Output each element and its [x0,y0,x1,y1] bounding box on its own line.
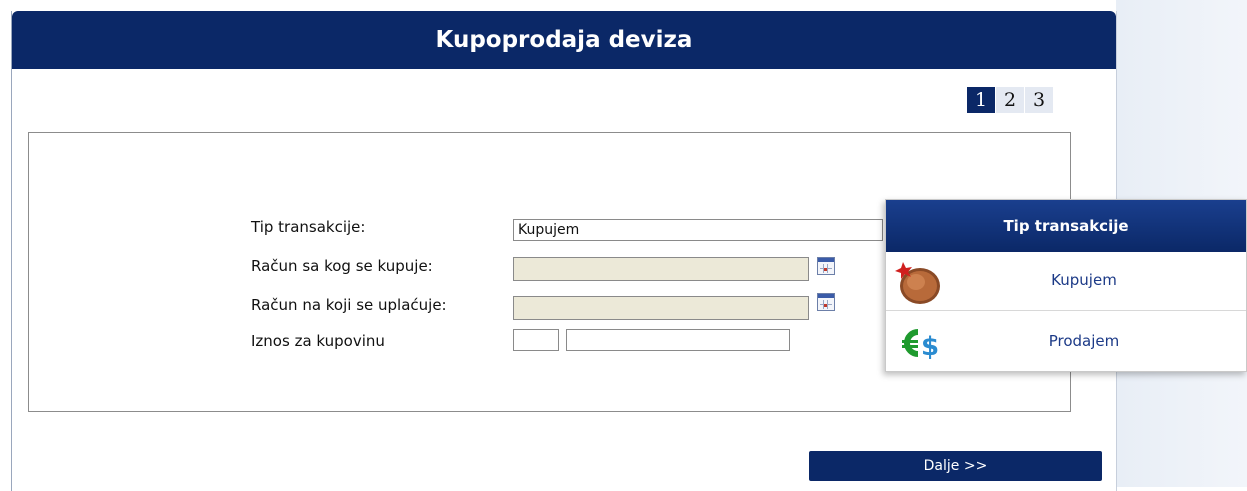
transaction-type-label: Tip transakcije: [251,218,366,236]
transaction-type-field[interactable]: Kupujem [513,219,883,241]
dropdown-title: Tip transakcije [886,200,1246,252]
currency-field[interactable] [513,329,559,351]
credit-account-label: Račun na koji se uplaćuje: [251,296,447,314]
step-1: 1 [967,87,995,113]
dropdown-option-sell-label: Prodajem [1048,332,1120,350]
page-title: Kupoprodaja deviza [12,11,1116,69]
step-3: 3 [1025,87,1053,113]
debit-account-field[interactable] [513,257,809,281]
dropdown-option-sell[interactable]: $ Prodajem [886,311,1246,371]
amount-field[interactable] [566,329,790,351]
credit-account-field[interactable] [513,296,809,320]
transaction-type-dropdown: Tip transakcije Kupujem $ Prodajem [885,199,1247,372]
debit-account-label: Račun sa kog se kupuje: [251,257,433,275]
next-button[interactable]: Dalje >> [809,451,1102,481]
credit-account-picker-icon[interactable] [817,293,835,311]
step-indicator: 1 2 3 [967,87,1053,113]
dropdown-option-buy-label: Kupujem [1051,271,1117,289]
step-2: 2 [996,87,1024,113]
dropdown-option-buy[interactable]: Kupujem [886,250,1246,310]
debit-account-picker-icon[interactable] [817,257,835,275]
amount-label: Iznos za kupovinu [251,332,385,350]
